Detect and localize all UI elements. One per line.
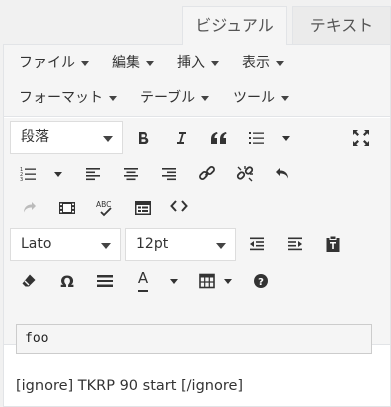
menu-table-label: テーブル <box>140 90 196 106</box>
chevron-down-icon <box>109 95 117 101</box>
editor-mode-tabs: ビジュアル テキスト <box>0 0 391 45</box>
eraser-icon <box>22 274 36 287</box>
tab-text[interactable]: テキスト <box>292 6 391 45</box>
text-color-menu-icon[interactable] <box>170 279 178 284</box>
film-icon <box>59 202 75 214</box>
undo-icon <box>276 168 288 179</box>
chevron-down-icon <box>216 243 226 249</box>
menu-table[interactable]: テーブル <box>140 83 210 113</box>
chevron-down-icon <box>81 60 89 66</box>
chevron-down-icon <box>146 60 154 66</box>
fullscreen-button[interactable] <box>346 123 376 153</box>
chevron-down-icon <box>281 95 289 101</box>
help-button[interactable]: ? <box>246 266 276 296</box>
align-right-button[interactable] <box>154 159 184 189</box>
indent-icon <box>288 237 302 251</box>
insert-media-button[interactable] <box>52 193 82 223</box>
spellcheck-button[interactable]: ABC <box>90 193 120 223</box>
chevron-down-icon <box>101 243 111 249</box>
content-area[interactable] <box>4 346 390 406</box>
menu-file[interactable]: ファイル <box>19 48 89 78</box>
numbered-list-menu-icon[interactable] <box>54 172 62 177</box>
kitchen-sink-icon <box>135 201 151 215</box>
bullet-list-button[interactable] <box>242 123 272 153</box>
clear-formatting-button[interactable] <box>14 266 44 296</box>
numbered-list-button[interactable]: 123 <box>14 159 44 189</box>
menu-view-label: 表示 <box>242 55 270 71</box>
outdent-button[interactable] <box>242 229 272 259</box>
source-code-button[interactable] <box>164 191 194 221</box>
fullscreen-icon <box>353 130 369 146</box>
svg-text:3: 3 <box>20 177 23 182</box>
format-select-value: 段落 <box>21 129 49 145</box>
menu-insert-label: 挿入 <box>177 55 205 71</box>
align-left-icon <box>86 168 100 181</box>
menu-file-label: ファイル <box>19 55 75 71</box>
font-family-select[interactable]: Lato <box>10 228 121 261</box>
blockquote-button[interactable] <box>204 123 234 153</box>
indent-button[interactable] <box>280 229 310 259</box>
help-icon: ? <box>254 274 268 288</box>
content-paragraph[interactable]: [ignore] TKRP 90 start [/ignore] <box>16 378 243 394</box>
bullet-list-menu-icon[interactable] <box>282 136 290 141</box>
menubar: ファイル 編集 挿入 表示 フォーマット テーブル ツール <box>4 45 390 117</box>
insert-link-button[interactable] <box>192 159 222 189</box>
menu-tools-label: ツール <box>233 90 275 106</box>
redo-icon <box>24 202 36 213</box>
bold-icon <box>139 132 149 145</box>
table-button[interactable] <box>192 266 222 296</box>
outdent-icon <box>250 237 264 251</box>
menu-edit-label: 編集 <box>112 55 140 71</box>
table-menu-icon[interactable] <box>224 279 232 284</box>
menu-insert[interactable]: 挿入 <box>177 48 219 78</box>
chevron-down-icon <box>211 60 219 66</box>
text-color-button[interactable]: A <box>128 266 158 296</box>
link-icon <box>199 166 215 180</box>
spellcheck-icon: ABC <box>96 200 112 217</box>
menu-view[interactable]: 表示 <box>242 48 284 78</box>
tab-visual[interactable]: ビジュアル <box>182 6 287 45</box>
menu-format[interactable]: フォーマット <box>19 83 117 113</box>
align-center-icon <box>124 168 138 181</box>
undo-button[interactable] <box>268 159 298 189</box>
horizontal-rule-icon <box>97 275 113 287</box>
text-color-icon: A <box>137 270 149 292</box>
toggle-toolbar-button[interactable] <box>128 193 158 223</box>
remove-link-button[interactable] <box>230 159 260 189</box>
align-left-button[interactable] <box>78 159 108 189</box>
clipboard-icon <box>326 235 340 252</box>
bold-button[interactable] <box>128 123 158 153</box>
horizontal-line-button[interactable] <box>90 266 120 296</box>
chevron-down-icon <box>276 60 284 66</box>
menu-edit[interactable]: 編集 <box>112 48 154 78</box>
svg-text:?: ? <box>258 277 264 288</box>
redo-button[interactable] <box>14 193 44 223</box>
toolbar: 段落 123 ABC Lato 12pt Ω A ? <box>4 118 390 345</box>
menu-format-label: フォーマット <box>19 90 103 106</box>
unlink-icon <box>236 166 254 182</box>
omega-icon: Ω <box>60 271 74 291</box>
menu-tools[interactable]: ツール <box>233 83 289 113</box>
table-icon <box>199 273 215 289</box>
rich-text-editor: ファイル 編集 挿入 表示 フォーマット テーブル ツール 段落 1 2 3 A… <box>3 44 391 407</box>
font-size-value: 12pt <box>136 236 169 252</box>
italic-icon <box>177 132 186 144</box>
chevron-down-icon <box>201 95 210 101</box>
align-center-button[interactable] <box>116 159 146 189</box>
code-icon <box>170 200 188 212</box>
spellcheck-text: ABC <box>96 200 111 209</box>
code-block[interactable]: foo <box>16 324 372 354</box>
font-size-select[interactable]: 12pt <box>125 228 236 261</box>
paste-text-button[interactable] <box>318 229 348 259</box>
special-character-button[interactable]: Ω <box>52 266 82 296</box>
chevron-down-icon <box>103 136 113 142</box>
align-right-icon <box>162 168 176 181</box>
italic-button[interactable] <box>166 123 196 153</box>
format-select[interactable]: 段落 <box>10 121 123 154</box>
bullet-list-icon <box>249 132 264 144</box>
font-family-value: Lato <box>21 236 52 252</box>
quote-icon <box>211 132 227 144</box>
numbered-list-icon: 123 <box>20 167 36 182</box>
